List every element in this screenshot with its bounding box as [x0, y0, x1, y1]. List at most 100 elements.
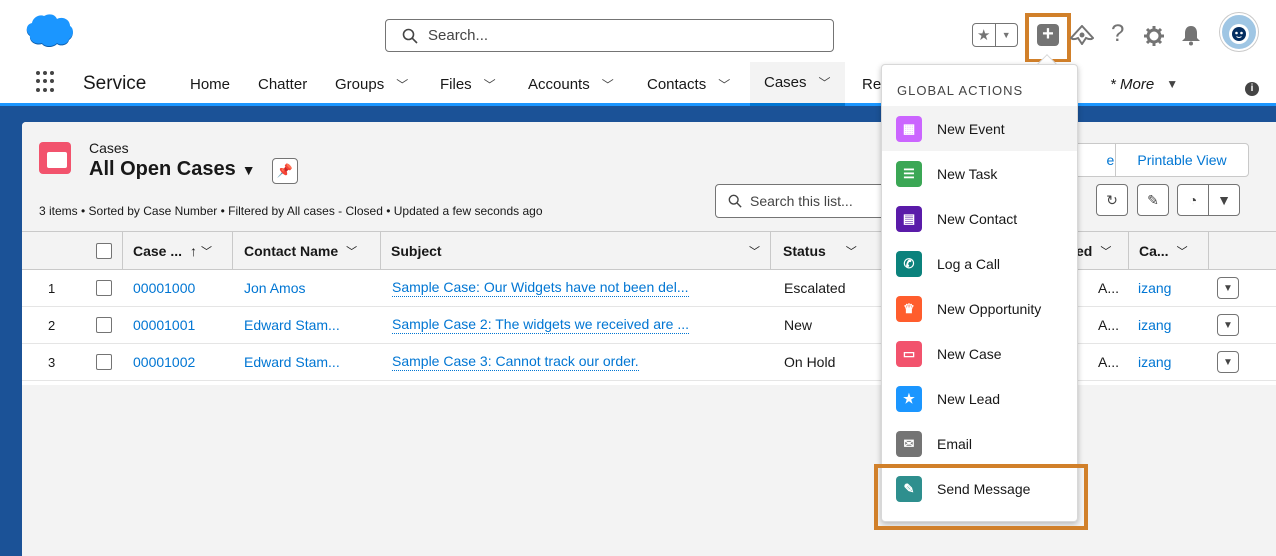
nav-item-groups[interactable]: Groups ﹀	[335, 62, 408, 106]
nav-item-label: Re	[862, 75, 882, 93]
subject-link[interactable]: Sample Case 2: The widgets we received a…	[392, 316, 690, 334]
nav-more-menu[interactable]: * More ▼	[1110, 62, 1178, 106]
chevron-down-icon[interactable]: ﹀	[718, 76, 730, 93]
global-action-label: Log a Call	[937, 255, 1001, 272]
owner-link[interactable]: izang	[1138, 344, 1171, 380]
favorites-button-group[interactable]: ★ ▼	[972, 23, 1018, 47]
global-action-label: New Opportunity	[937, 300, 1042, 317]
chevron-down-icon[interactable]: ﹀	[602, 76, 614, 93]
app-navigation-bar: Service Home Chatter Groups ﹀ Files ﹀ Acco…	[0, 62, 1276, 106]
global-action-label: New Contact	[937, 210, 1018, 227]
subject-link[interactable]: Sample Case 3: Cannot track our order.	[392, 353, 639, 371]
notifications-bell-icon[interactable]	[1180, 24, 1202, 46]
favorites-star-icon[interactable]: ★	[973, 24, 996, 46]
owner-link[interactable]: izang	[1138, 307, 1171, 343]
column-label: Subject	[391, 242, 442, 259]
chart-icon[interactable]: ◔	[1177, 184, 1209, 216]
info-icon[interactable]: i	[1245, 82, 1259, 96]
global-action-new-lead[interactable]: ★ New Lead	[882, 376, 1077, 421]
chevron-down-icon[interactable]: ﹀	[749, 232, 760, 269]
nav-item-label: Chatter	[258, 75, 308, 93]
help-icon[interactable]: ?	[1111, 20, 1124, 48]
column-header-subject[interactable]: Subject	[391, 232, 442, 269]
global-action-label: New Event	[937, 120, 1005, 137]
nav-item-partial[interactable]: Re	[862, 62, 881, 106]
list-search-input[interactable]: Search this list...	[715, 184, 885, 218]
table-row[interactable]: 1 00001000 Jon Amos Sample Case: Our Wid…	[22, 270, 1276, 307]
case-icon: ▭	[896, 340, 922, 367]
contact-name-link[interactable]: Edward Stam...	[244, 307, 340, 343]
nav-item-chatter[interactable]: Chatter	[258, 62, 307, 106]
search-placeholder: Search...	[428, 27, 489, 44]
chevron-down-icon[interactable]: ﹀	[1177, 243, 1188, 259]
row-checkbox[interactable]	[96, 307, 112, 343]
chevron-down-icon[interactable]: ﹀	[346, 243, 357, 259]
printable-view-button[interactable]: Printable View	[1115, 143, 1249, 177]
favorites-menu-chevron-icon[interactable]: ▼	[996, 24, 1018, 46]
printable-view-label: Printable View	[1137, 152, 1227, 168]
subject-link[interactable]: Sample Case: Our Widgets have not been d…	[392, 279, 689, 297]
lead-icon: ★	[896, 385, 922, 412]
list-view-header: Cases All Open Cases ▼ 📌 3 items • Sorted…	[22, 122, 1276, 232]
global-search-input[interactable]: Search...	[385, 19, 834, 52]
pin-icon[interactable]: 📌	[272, 158, 298, 184]
nav-item-home[interactable]: Home	[190, 62, 230, 106]
edit-pencil-icon[interactable]: ✎	[1137, 184, 1169, 216]
caret-down-icon: ▼	[241, 162, 256, 178]
nav-item-contacts[interactable]: Contacts ﹀	[647, 62, 730, 106]
search-icon	[728, 194, 742, 208]
global-action-log-a-call[interactable]: ✆ Log a Call	[882, 241, 1077, 286]
table-row[interactable]: 2 00001001 Edward Stam... Sample Case 2:…	[22, 307, 1276, 344]
global-action-new-opportunity[interactable]: ♛ New Opportunity	[882, 286, 1077, 331]
select-all-checkbox[interactable]	[96, 232, 112, 269]
trailhead-guidance-icon[interactable]	[1070, 25, 1094, 45]
setup-gear-icon[interactable]	[1143, 25, 1165, 47]
cloud-logo[interactable]	[24, 14, 74, 48]
row-actions-chevron-icon[interactable]: ▼	[1217, 277, 1239, 299]
case-number-link[interactable]: 00001002	[133, 344, 195, 380]
column-header-date-opened[interactable]: ed ﹀	[1076, 232, 1111, 269]
case-object-icon	[39, 142, 71, 174]
nav-item-label: Accounts	[528, 75, 590, 93]
refresh-icon[interactable]: ↻	[1096, 184, 1128, 216]
nav-item-label: Contacts	[647, 75, 707, 93]
list-view-title: All Open Cases	[89, 158, 236, 180]
case-number-link[interactable]: 00001000	[133, 270, 195, 306]
nav-item-accounts[interactable]: Accounts ﹀	[528, 62, 614, 106]
contact-name-link[interactable]: Edward Stam...	[244, 344, 340, 380]
global-action-new-task[interactable]: ☰ New Task	[882, 151, 1077, 196]
column-header-contact-name[interactable]: Contact Name ﹀	[244, 232, 357, 269]
chevron-down-icon[interactable]: ﹀	[846, 243, 857, 259]
row-actions-chevron-icon[interactable]: ▼	[1217, 314, 1239, 336]
column-label: Status	[783, 242, 826, 259]
chevron-down-icon[interactable]: ﹀	[396, 76, 408, 93]
nav-item-cases[interactable]: Cases ﹀	[750, 62, 845, 106]
list-view-picker[interactable]: All Open Cases ▼	[89, 158, 256, 181]
app-launcher-icon[interactable]	[36, 71, 58, 93]
case-number-link[interactable]: 00001001	[133, 307, 195, 343]
column-header-status[interactable]: Status ﹀	[783, 232, 857, 269]
search-icon	[402, 28, 418, 44]
global-action-new-case[interactable]: ▭ New Case	[882, 331, 1077, 376]
chevron-down-icon[interactable]: ﹀	[484, 76, 496, 93]
user-avatar[interactable]	[1220, 13, 1258, 51]
column-header-case-number[interactable]: Case ... ↑ ﹀	[133, 232, 212, 269]
row-actions-chevron-icon[interactable]: ▼	[1217, 351, 1239, 373]
opportunity-crown-icon: ♛	[896, 295, 922, 322]
owner-link[interactable]: izang	[1138, 270, 1171, 306]
global-action-email[interactable]: ✉ Email	[882, 421, 1077, 466]
nav-item-label: Cases	[764, 74, 807, 91]
contact-name-link[interactable]: Jon Amos	[244, 270, 305, 306]
global-add-icon[interactable]: +	[1037, 24, 1059, 46]
filter-icon[interactable]: ▼	[1208, 184, 1240, 216]
row-checkbox[interactable]	[96, 344, 112, 380]
chevron-down-icon[interactable]: ﹀	[1100, 243, 1111, 259]
global-action-new-contact[interactable]: ▤ New Contact	[882, 196, 1077, 241]
chevron-down-icon[interactable]: ﹀	[201, 243, 212, 259]
column-header-case-owner[interactable]: Ca... ﹀	[1139, 232, 1188, 269]
chevron-down-icon[interactable]: ﹀	[819, 74, 831, 91]
row-checkbox[interactable]	[96, 270, 112, 306]
nav-item-files[interactable]: Files ﹀	[440, 62, 496, 106]
table-row[interactable]: 3 00001002 Edward Stam... Sample Case 3:…	[22, 344, 1276, 381]
global-action-new-event[interactable]: ▦ New Event	[882, 106, 1077, 151]
